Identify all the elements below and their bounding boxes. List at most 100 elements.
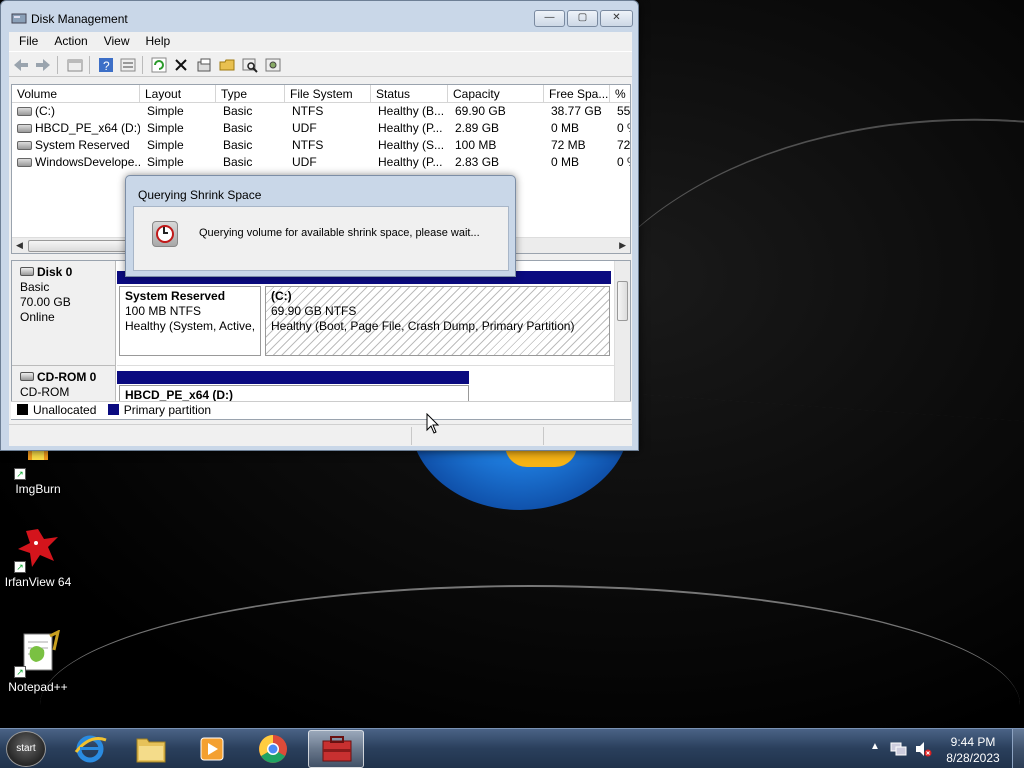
layout-cell: Simple xyxy=(147,104,184,118)
menu-action[interactable]: Action xyxy=(46,32,95,48)
taskbar-clock[interactable]: 9:44 PM 8/28/2023 xyxy=(938,734,1008,766)
layout-cell: Simple xyxy=(147,138,184,152)
taskbar-chrome[interactable] xyxy=(245,730,301,768)
fs-cell: NTFS xyxy=(292,138,324,152)
shortcut-arrow-icon: ↗ xyxy=(14,666,26,678)
open-icon[interactable] xyxy=(218,56,236,74)
scroll-left-icon[interactable]: ◀ xyxy=(16,240,23,251)
desktop-icon-irfanview[interactable]: ↗ IrfanView 64 xyxy=(0,525,76,589)
show-desktop-button[interactable] xyxy=(1012,729,1024,768)
fs-cell: UDF xyxy=(292,155,317,169)
volume-muted-icon[interactable] xyxy=(914,741,932,757)
column-free-space[interactable]: Free Spa... xyxy=(544,85,610,103)
maximize-button[interactable]: ▢ xyxy=(567,10,598,27)
menu-bar: File Action View Help xyxy=(9,32,632,51)
dialog-title: Querying Shrink Space xyxy=(138,188,262,202)
fs-cell: NTFS xyxy=(292,104,324,118)
network-icon[interactable] xyxy=(890,741,908,757)
column-percent-free[interactable]: % F xyxy=(610,85,630,103)
title-bar[interactable]: Disk Management — ▢ ✕ xyxy=(1,1,638,33)
menu-file[interactable]: File xyxy=(11,32,46,48)
volume-row[interactable]: System Reserved Simple Basic NTFS Health… xyxy=(12,137,630,154)
partition-name: HBCD_PE_x64 (D:) xyxy=(125,388,234,402)
volume-name: System Reserved xyxy=(35,138,130,152)
back-icon[interactable] xyxy=(12,56,30,74)
disk-state: Online xyxy=(20,310,55,324)
scrollbar-thumb[interactable] xyxy=(28,240,128,252)
disk-graphical-view: Disk 0 Basic 70.00 GB Online System Rese… xyxy=(11,260,631,420)
shortcut-arrow-icon: ↗ xyxy=(14,468,26,480)
column-type[interactable]: Type xyxy=(216,85,285,103)
desktop-icon-notepadpp[interactable]: ↗ Notepad++ xyxy=(0,629,76,694)
help-icon[interactable]: ? xyxy=(97,56,115,74)
clock-time: 9:44 PM xyxy=(950,735,996,749)
taskbar-file-explorer[interactable] xyxy=(123,730,179,768)
volume-name: (C:) xyxy=(35,104,55,118)
vertical-scrollbar[interactable] xyxy=(614,261,630,419)
status-cell: Healthy (P... xyxy=(378,155,443,169)
cdrom-0-partition-bar xyxy=(117,371,469,384)
type-cell: Basic xyxy=(223,104,253,118)
disk-name: CD-ROM 0 xyxy=(37,370,97,384)
type-cell: Basic xyxy=(223,138,253,152)
unallocated-swatch xyxy=(17,404,28,415)
column-status[interactable]: Status xyxy=(371,85,448,103)
delete-icon[interactable] xyxy=(172,56,190,74)
legend: Unallocated Primary partition xyxy=(11,401,631,419)
volume-row[interactable]: (C:) Simple Basic NTFS Healthy (B... 69.… xyxy=(12,103,630,120)
column-volume[interactable]: Volume xyxy=(12,85,140,103)
disk-0-label[interactable]: Disk 0 Basic 70.00 GB Online xyxy=(12,261,116,365)
partition-system-reserved[interactable]: System Reserved 100 MB NTFS Healthy (Sys… xyxy=(119,286,261,356)
capacity-cell: 2.83 GB xyxy=(455,155,500,169)
volume-name: WindowsDevelope... xyxy=(35,155,140,169)
scroll-right-icon[interactable]: ▶ xyxy=(619,240,626,251)
type-cell: Basic xyxy=(223,121,253,135)
scrollbar-thumb[interactable] xyxy=(617,281,628,321)
status-cell: Healthy (B... xyxy=(378,104,445,118)
mouse-cursor-icon xyxy=(426,413,440,434)
properties-icon[interactable] xyxy=(119,56,137,74)
column-file-system[interactable]: File System xyxy=(285,85,371,103)
taskbar: start ▲ 9:44 PM 8/28/2023 xyxy=(0,728,1024,768)
fs-cell: UDF xyxy=(292,121,317,135)
volume-row[interactable]: WindowsDevelope... Simple Basic UDF Heal… xyxy=(12,154,630,171)
toolbar-separator xyxy=(142,56,143,74)
drive-icon xyxy=(17,141,32,150)
layout-cell: Simple xyxy=(147,155,184,169)
desktop-icon-label: Notepad++ xyxy=(8,680,68,694)
column-layout[interactable]: Layout xyxy=(140,85,216,103)
disk-management-app-icon xyxy=(11,13,27,24)
menu-view[interactable]: View xyxy=(96,32,138,48)
refresh-icon[interactable] xyxy=(150,56,168,74)
column-capacity[interactable]: Capacity xyxy=(448,85,544,103)
partition-name: System Reserved xyxy=(125,289,226,303)
partition-c[interactable]: (C:) 69.90 GB NTFS Healthy (Boot, Page F… xyxy=(265,286,610,356)
disk-type: Basic xyxy=(20,280,50,294)
rescan-icon[interactable] xyxy=(264,56,282,74)
partition-detail: 69.90 GB NTFS xyxy=(271,304,357,318)
taskbar-disk-management[interactable] xyxy=(308,730,364,768)
taskbar-internet-explorer[interactable] xyxy=(62,730,118,768)
volume-row[interactable]: HBCD_PE_x64 (D:) Simple Basic UDF Health… xyxy=(12,120,630,137)
disk-type: CD-ROM xyxy=(20,385,70,399)
file-explorer-icon xyxy=(136,738,166,763)
volume-name-cell: System Reserved xyxy=(12,138,140,152)
minimize-button[interactable]: — xyxy=(534,10,565,27)
pct-cell: 0 % xyxy=(617,155,630,169)
settings-icon[interactable] xyxy=(195,56,213,74)
volume-name-cell: (C:) xyxy=(12,104,140,118)
status-cell: Healthy (S... xyxy=(378,138,445,152)
forward-icon[interactable] xyxy=(34,56,52,74)
chrome-icon xyxy=(259,735,287,763)
volume-name-cell: HBCD_PE_x64 (D:) xyxy=(12,121,140,135)
disk-divider xyxy=(117,365,616,366)
media-player-icon xyxy=(200,737,224,761)
start-button[interactable]: start xyxy=(6,731,46,767)
taskbar-media-player[interactable] xyxy=(184,730,240,768)
menu-help[interactable]: Help xyxy=(138,32,179,48)
search-icon[interactable] xyxy=(241,56,259,74)
up-icon[interactable] xyxy=(66,56,84,74)
show-hidden-icons-icon[interactable]: ▲ xyxy=(870,741,880,752)
close-button[interactable]: ✕ xyxy=(600,10,633,27)
volume-list-header: Volume Layout Type File System Status Ca… xyxy=(12,85,630,103)
